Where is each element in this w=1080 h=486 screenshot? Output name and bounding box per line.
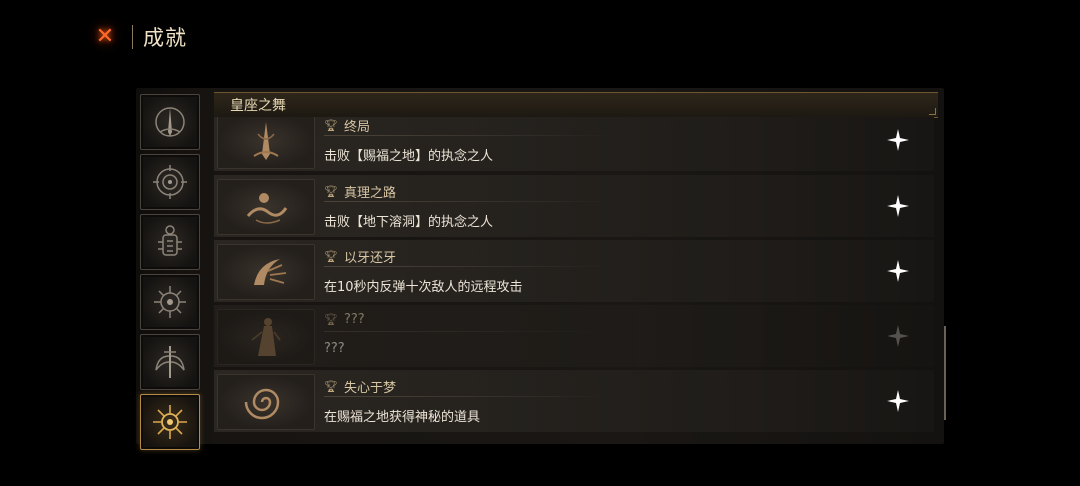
achievement-title: 以牙还牙	[343, 251, 396, 266]
sparkle-star-icon	[886, 259, 910, 283]
achievement-title-wrap: 🏆︎ ???	[324, 312, 365, 327]
category-tab-4[interactable]	[140, 274, 200, 330]
sparkle-star-icon	[886, 128, 910, 152]
trophy-icon: 🏆︎	[324, 313, 338, 326]
trophy-icon: 🏆︎	[324, 119, 338, 132]
achievement-badge	[217, 374, 315, 430]
achievement-title-wrap: 🏆︎ 失心于梦	[324, 377, 396, 396]
close-x-icon: ✕	[95, 24, 115, 49]
achievement-row[interactable]: 🏆︎ 以牙还牙 在10秒内反弹十次敌人的远程攻击	[214, 240, 934, 302]
serpent-icon	[246, 193, 288, 224]
title-divider	[324, 396, 614, 397]
page-title: 成就	[143, 26, 187, 50]
achievement-title: 终局	[343, 120, 370, 135]
category-header: 皇座之舞	[214, 92, 938, 118]
achievement-badge	[217, 309, 315, 365]
category-title: 皇座之舞	[230, 98, 286, 114]
top-bar: ✕ 成就	[92, 20, 187, 54]
sparkle-star-icon	[886, 324, 910, 348]
winged-sword-icon	[155, 346, 185, 378]
category-tab-1[interactable]	[140, 94, 200, 150]
sparkle-star-icon	[886, 194, 910, 218]
achievement-list[interactable]: 🏆︎ 终局 击败【赐福之地】的执念之人 🏆︎ 真理之路 击败【地下溶洞】的执念之…	[214, 117, 934, 432]
header-divider	[132, 25, 133, 49]
crescent-burst-icon	[254, 259, 287, 285]
achievement-row[interactable]: 🏆︎ 终局 击败【赐福之地】的执念之人	[214, 117, 934, 171]
spire-emblem-icon	[155, 107, 185, 137]
achievement-description: 击败【地下溶洞】的执念之人	[324, 215, 494, 230]
spiked-eye-icon	[154, 286, 186, 318]
achievement-title: 真理之路	[343, 186, 396, 201]
achievement-description: 在赐福之地获得神秘的道具	[324, 410, 481, 425]
sparkle-star-icon	[886, 389, 910, 413]
achievement-badge	[217, 244, 315, 300]
robed-figure-icon	[251, 318, 281, 356]
achievement-row-locked[interactable]: 🏆︎ ??? ???	[214, 305, 934, 367]
trophy-icon: 🏆︎	[324, 380, 338, 393]
close-button[interactable]: ✕	[92, 24, 118, 50]
achievement-title: 失心于梦	[343, 381, 396, 396]
achievement-title-wrap: 🏆︎ 终局	[324, 117, 370, 135]
category-sidebar	[140, 94, 202, 454]
trophy-icon: 🏆︎	[324, 250, 338, 263]
achievement-title: ???	[343, 312, 365, 327]
achievement-title-wrap: 🏆︎ 以牙还牙	[324, 247, 396, 266]
scrollbar-thumb[interactable]	[944, 326, 946, 420]
spire-icon	[253, 122, 279, 160]
achievement-description: 在10秒内反弹十次敌人的远程攻击	[324, 280, 523, 295]
spiral-swirl-icon	[244, 388, 280, 420]
title-divider	[324, 266, 614, 267]
title-divider	[324, 331, 614, 332]
category-tab-3[interactable]	[140, 214, 200, 270]
achievement-row[interactable]: 🏆︎ 真理之路 击败【地下溶洞】的执念之人	[214, 175, 934, 237]
title-divider	[324, 135, 614, 136]
achievement-description: ???	[324, 341, 345, 356]
achievement-title-wrap: 🏆︎ 真理之路	[324, 182, 396, 201]
radiant-crest-icon	[153, 405, 187, 439]
ring-sigil-icon	[153, 165, 187, 199]
achievement-row[interactable]: 🏆︎ 失心于梦 在赐福之地获得神秘的道具	[214, 370, 934, 432]
urn-totem-icon	[158, 225, 182, 256]
achievement-description: 击败【赐福之地】的执念之人	[324, 149, 494, 164]
trophy-icon: 🏆︎	[324, 185, 338, 198]
category-tab-6[interactable]	[140, 394, 200, 450]
category-tab-2[interactable]	[140, 154, 200, 210]
achievement-badge	[217, 179, 315, 235]
achievement-badge	[217, 117, 315, 169]
category-tab-5[interactable]	[140, 334, 200, 390]
title-divider	[324, 201, 614, 202]
